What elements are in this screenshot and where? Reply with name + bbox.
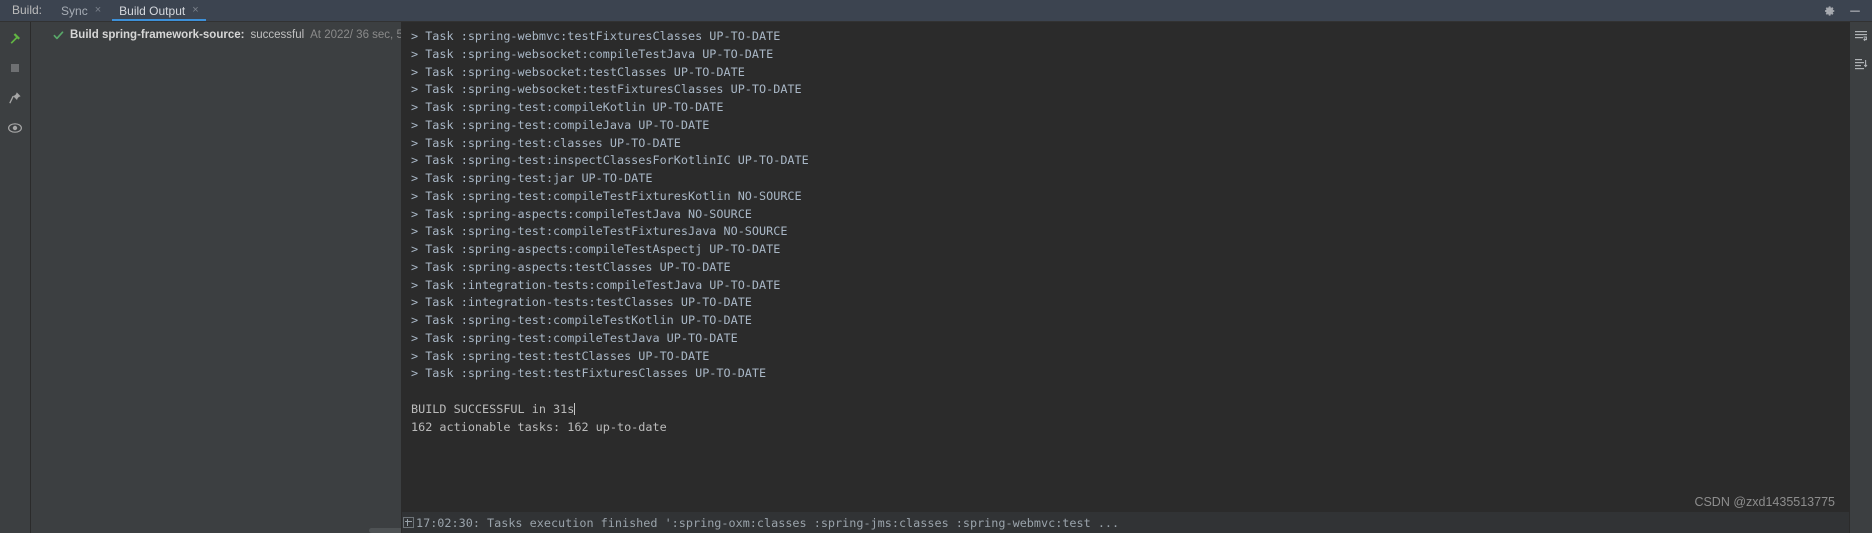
console-line: > Task :spring-test:compileTestFixturesJ… (411, 224, 788, 239)
tool-window-actions (1822, 0, 1872, 21)
tab-build-output-label: Build Output (119, 3, 186, 18)
console-status-bar: 17:02:30: Tasks execution finished ':spr… (402, 512, 1849, 533)
tab-sync-label: Sync (61, 3, 88, 18)
console-line: > Task :spring-test:compileTestJava UP-T… (411, 330, 738, 345)
console-line: > Task :spring-webmvc:testFixturesClasse… (411, 29, 781, 43)
close-icon[interactable]: × (95, 5, 101, 16)
gear-icon[interactable] (1822, 4, 1836, 18)
soft-wrap-icon[interactable] (1853, 28, 1869, 44)
console-line: > Task :spring-websocket:testFixturesCla… (411, 82, 802, 97)
console-line: > Task :spring-aspects:compileTestAspect… (411, 242, 781, 256)
check-icon (53, 30, 64, 39)
build-toolbar (0, 22, 31, 533)
console-line: > Task :spring-test:classes UP-TO-DATE (411, 135, 681, 150)
console-line: > Task :spring-test:compileTestFixturesK… (411, 188, 802, 203)
minimize-icon[interactable] (1848, 4, 1862, 18)
build-output-console[interactable]: > Task :spring-webmvc:testFixturesClasse… (402, 22, 1849, 533)
console-line: > Task :spring-test:compileJava UP-TO-DA… (411, 117, 710, 132)
horizontal-scrollbar-thumb[interactable] (369, 528, 401, 533)
console-side-actions (1849, 22, 1872, 533)
console-line: > Task :integration-tests:testClasses UP… (411, 295, 752, 310)
scroll-to-end-icon[interactable] (1853, 56, 1869, 72)
console-line: > Task :spring-websocket:compileTestJava… (411, 46, 774, 61)
eye-icon[interactable] (5, 118, 25, 138)
pin-icon[interactable] (5, 88, 25, 108)
console-line: > Task :spring-test:inspectClassesForKot… (411, 153, 809, 168)
build-tree-root-node[interactable]: Build spring-framework-source: successfu… (31, 27, 401, 43)
console-line: > Task :spring-test:jar UP-TO-DATE (411, 171, 653, 185)
watermark: CSDN @zxd1435513775 (1694, 495, 1835, 509)
build-duration: At 2022/ 36 sec, 570 ms (310, 29, 401, 41)
build-result-text: BUILD SUCCESSFUL in 31s (411, 401, 575, 416)
tool-window-label: Build: (12, 3, 43, 17)
console-line: > Task :spring-test:compileTestKotlin UP… (411, 313, 752, 327)
build-status: successful (250, 29, 305, 41)
console-line: > Task :spring-test:testFixturesClasses … (411, 366, 767, 381)
console-line: > Task :spring-test:testClasses UP-TO-DA… (411, 348, 710, 363)
console-lines: > Task :spring-webmvc:testFixturesClasse… (402, 22, 1849, 436)
expand-icon[interactable] (403, 517, 414, 528)
text-caret (574, 402, 576, 415)
build-result-line: BUILD SUCCESSFUL in 31s (402, 401, 1849, 419)
console-line: > Task :spring-test:compileKotlin UP-TO-… (411, 100, 724, 114)
console-line: > Task :spring-aspects:compileTestJava N… (411, 206, 752, 221)
build-title: Build spring-framework-source: (70, 29, 245, 41)
build-hammer-icon[interactable] (5, 28, 25, 48)
tool-window-header: Build: Sync × Build Output × (0, 0, 1872, 22)
build-tree-pane[interactable]: Build spring-framework-source: successfu… (31, 22, 402, 533)
tab-build-output[interactable]: Build Output × (110, 0, 207, 21)
stop-icon[interactable] (5, 58, 25, 78)
console-line: > Task :spring-aspects:testClasses UP-TO… (411, 259, 731, 274)
console-status-text: 17:02:30: Tasks execution finished ':spr… (416, 515, 1120, 530)
actionable-tasks-line: 162 actionable tasks: 162 up-to-date (411, 419, 667, 434)
tool-window-body: Build spring-framework-source: successfu… (0, 22, 1872, 533)
console-line: > Task :spring-websocket:testClasses UP-… (411, 64, 745, 79)
tab-sync[interactable]: Sync × (52, 0, 110, 21)
close-icon[interactable]: × (192, 5, 198, 16)
console-line: > Task :integration-tests:compileTestJav… (411, 277, 781, 292)
build-tool-window: Build: Sync × Build Output × Build sprin… (0, 0, 1872, 533)
